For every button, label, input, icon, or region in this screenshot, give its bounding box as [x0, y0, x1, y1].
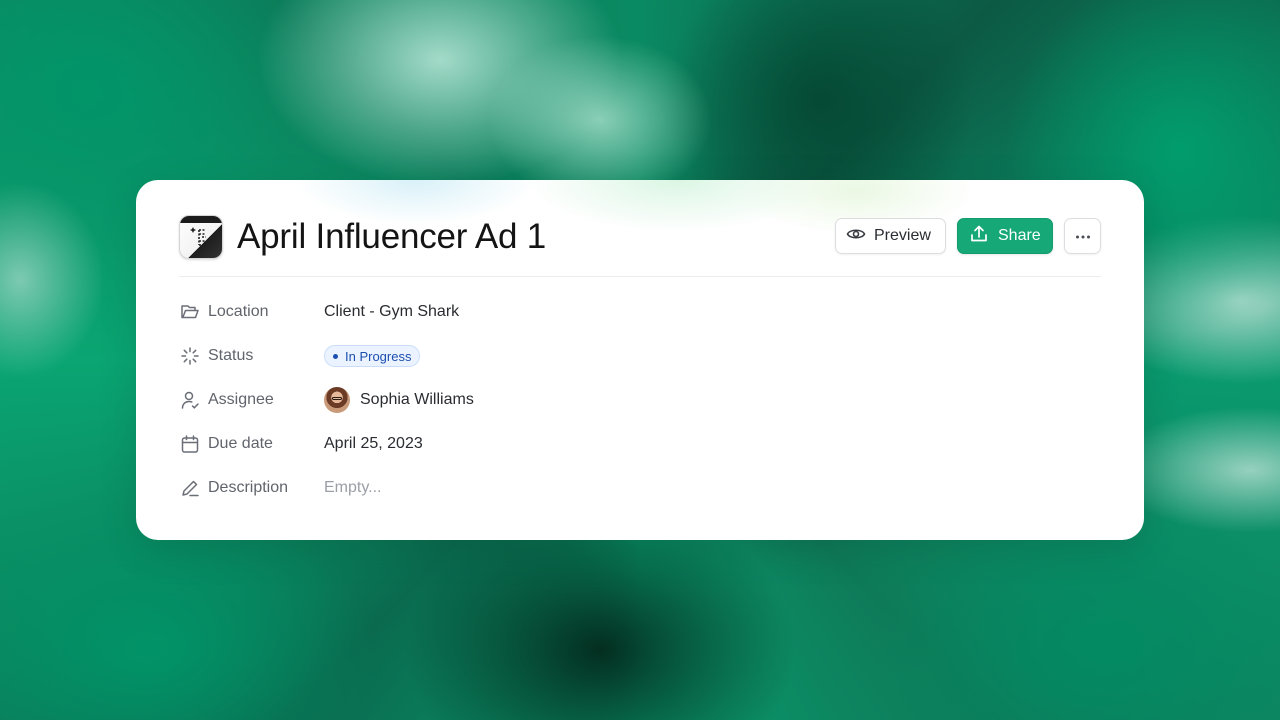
- card-header: April Influencer Ad 1 Preview Share: [179, 214, 1101, 277]
- status-badge[interactable]: In Progress: [324, 345, 421, 367]
- upload-icon: [969, 224, 989, 249]
- property-row-assignee: Assignee Sophia Williams: [179, 378, 779, 422]
- status-label: Status: [208, 347, 254, 364]
- status-badge-text: In Progress: [345, 348, 412, 364]
- pen-icon: [179, 477, 201, 499]
- calendar-icon: [179, 433, 201, 455]
- user-check-icon: [179, 389, 201, 411]
- description-value[interactable]: Empty...: [324, 479, 382, 497]
- more-options-button[interactable]: [1064, 218, 1101, 254]
- location-label: Location: [208, 303, 269, 320]
- app-icon: [179, 215, 223, 259]
- folder-icon: [179, 301, 201, 323]
- property-row-description: Description Empty...: [179, 466, 779, 510]
- due-date-value[interactable]: April 25, 2023: [324, 435, 423, 453]
- status-dot: [333, 353, 338, 359]
- property-row-due-date: Due date April 25, 2023: [179, 422, 779, 466]
- location-value[interactable]: Client - Gym Shark: [324, 303, 459, 321]
- assignee-name: Sophia Williams: [360, 391, 474, 408]
- due-date-label: Due date: [208, 435, 273, 452]
- status-value[interactable]: In Progress: [324, 345, 421, 367]
- preview-button[interactable]: Preview: [835, 218, 946, 254]
- share-label: Share: [998, 227, 1041, 244]
- avatar: [324, 387, 350, 413]
- task-card: April Influencer Ad 1 Preview Share Loca…: [136, 180, 1144, 540]
- property-row-location: Location Client - Gym Shark: [179, 290, 779, 334]
- share-button[interactable]: Share: [957, 218, 1053, 254]
- property-list: Location Client - Gym Shark Status In Pr…: [179, 290, 779, 510]
- preview-label: Preview: [874, 227, 931, 244]
- ellipsis-icon: [1074, 227, 1092, 245]
- eye-icon: [846, 224, 866, 249]
- page-title: April Influencer Ad 1: [237, 217, 547, 256]
- header-actions: Preview Share: [835, 218, 1101, 256]
- loader-icon: [179, 345, 201, 367]
- assignee-value[interactable]: Sophia Williams: [324, 387, 474, 413]
- assignee-label: Assignee: [208, 391, 274, 408]
- property-row-status: Status In Progress: [179, 334, 779, 378]
- description-label: Description: [208, 479, 289, 496]
